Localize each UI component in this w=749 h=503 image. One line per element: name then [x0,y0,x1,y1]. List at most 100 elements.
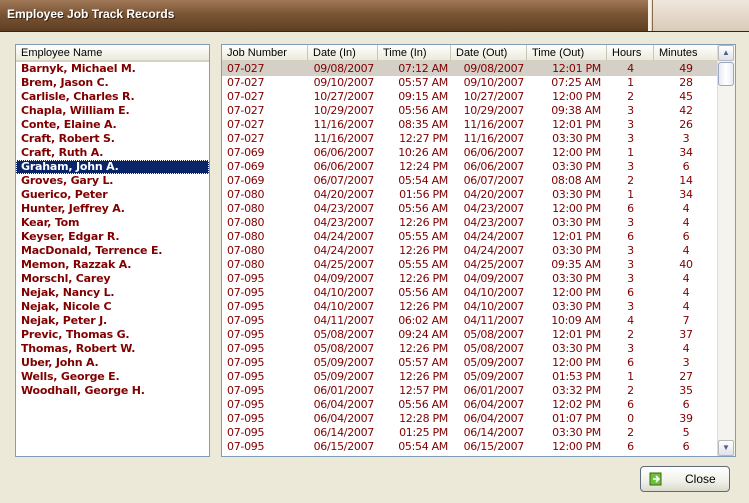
table-cell: 3 [627,272,634,285]
table-cell: 12:01 PM [552,230,601,243]
employee-list-item[interactable]: Guerico, Peter [16,188,209,202]
table-row[interactable]: 07-095 06/04/2007 12:28 PM 06/04/2007 01:07 … [222,412,718,426]
scroll-thumb[interactable] [718,62,734,86]
table-row[interactable]: 07-027 10/27/2007 09:15 AM 10/27/2007 12:00 … [222,90,718,104]
employee-list-item[interactable]: Craft, Ruth A. [16,146,209,160]
table-cell: 4 [682,286,690,299]
table-row[interactable]: 07-095 05/09/2007 12:26 PM 05/09/2007 01:53 … [222,370,718,384]
employee-list[interactable]: Barnyk, Michael M. Brem, Jason C. Carlisle… [16,62,209,398]
table-cell: 4 [682,272,690,285]
table-row[interactable]: 07-080 04/24/2007 05:55 AM 04/24/2007 12:01 … [222,230,718,244]
employee-list-item[interactable]: Barnyk, Michael M. [16,62,209,76]
scroll-up-arrow-icon[interactable]: ▲ [718,45,734,61]
table-cell: 28 [679,76,693,89]
column-header-time-out[interactable]: Time (Out) [527,45,607,62]
table-cell: 07-095 [227,412,265,425]
table-row[interactable]: 07-027 10/29/2007 05:56 AM 10/29/2007 09:38 … [222,104,718,118]
employee-list-item[interactable]: Morschl, Carey [16,272,209,286]
table-cell: 12:26 PM [399,370,448,383]
employee-list-item[interactable]: Thomas, Robert W. [16,342,209,356]
column-header-hours[interactable]: Hours [607,45,654,62]
table-row[interactable]: 07-095 05/09/2007 05:57 AM 05/09/2007 12:00 … [222,356,718,370]
job-records-panel[interactable]: Job Number Date (In) Time (In) Date (Out… [221,44,736,457]
table-cell: 07-095 [227,342,265,355]
table-cell: 03:30 PM [552,342,601,355]
table-row[interactable]: 07-095 04/11/2007 06:02 AM 04/11/2007 10:09 … [222,314,718,328]
employee-list-item[interactable]: MacDonald, Terrence E. [16,244,209,258]
table-row[interactable]: 07-095 06/14/2007 01:25 PM 06/14/2007 03:30 … [222,426,718,440]
table-cell: 2 [627,328,634,341]
employee-list-item[interactable]: Groves, Gary L. [16,174,209,188]
table-cell: 07-095 [227,328,265,341]
table-cell: 04/25/2007 [313,258,375,271]
title-bar[interactable]: Employee Job Track Records [0,0,749,32]
column-header-minutes[interactable]: Minutes [654,45,718,62]
table-cell: 07-095 [227,272,265,285]
table-cell: 12:57 PM [399,384,448,397]
employee-list-item[interactable]: Nejak, Peter J. [16,314,209,328]
scroll-down-arrow-icon[interactable]: ▼ [718,440,734,456]
table-cell: 04/25/2007 [463,258,525,271]
table-row[interactable]: 07-027 09/08/2007 07:12 AM 09/08/2007 12:01 … [222,62,718,76]
close-button[interactable]: Close [640,466,730,492]
employee-list-item[interactable]: Brem, Jason C. [16,76,209,90]
table-cell: 11/16/2007 [313,132,375,145]
table-row[interactable]: 07-095 05/08/2007 09:24 AM 05/08/2007 12:01 … [222,328,718,342]
table-row[interactable]: 07-095 05/08/2007 12:26 PM 05/08/2007 03:30 … [222,342,718,356]
table-row[interactable]: 07-027 09/10/2007 05:57 AM 09/10/2007 07:25 … [222,76,718,90]
table-cell: 6 [627,286,634,299]
employee-list-item[interactable]: Nejak, Nancy L. [16,286,209,300]
employee-list-item[interactable]: Previc, Thomas G. [16,328,209,342]
table-row[interactable]: 07-095 04/10/2007 05:56 AM 04/10/2007 12:00 … [222,286,718,300]
employee-name-header[interactable]: Employee Name [16,45,209,62]
column-header-time-in[interactable]: Time (In) [378,45,451,62]
records-scrollbar[interactable]: ▲ ▼ [717,45,735,456]
table-cell: 09/08/2007 [463,62,525,75]
table-cell: 04/24/2007 [463,230,525,243]
records-table-body[interactable]: 07-027 09/08/2007 07:12 AM 09/08/2007 12:01 … [222,62,718,454]
employee-list-item[interactable]: Woodhall, George H. [16,384,209,398]
table-row[interactable]: 07-027 11/16/2007 08:35 AM 11/16/2007 12:01 … [222,118,718,132]
column-header-date-in[interactable]: Date (In) [308,45,378,62]
employee-list-panel[interactable]: Employee Name Barnyk, Michael M. Brem, Ja… [15,44,210,457]
table-cell: 04/20/2007 [313,188,375,201]
employee-list-item[interactable]: Graham, John A. [16,160,209,174]
table-row[interactable]: 07-095 04/09/2007 12:26 PM 04/09/2007 03:30 … [222,272,718,286]
employee-list-item[interactable]: Memon, Razzak A. [16,258,209,272]
column-header-date-out[interactable]: Date (Out) [451,45,527,62]
table-cell: 04/10/2007 [463,300,525,313]
table-cell: 35 [679,384,693,397]
table-row[interactable]: 07-080 04/25/2007 05:55 AM 04/25/2007 09:35 … [222,258,718,272]
table-row[interactable]: 07-080 04/20/2007 01:56 PM 04/20/2007 03:30 … [222,188,718,202]
employee-list-item[interactable]: Hunter, Jeffrey A. [16,202,209,216]
table-cell: 01:25 PM [399,426,448,439]
table-cell: 05:56 AM [398,286,448,299]
employee-list-item[interactable]: Keyser, Edgar R. [16,230,209,244]
table-row[interactable]: 07-080 04/23/2007 12:26 PM 04/23/2007 03:30 … [222,216,718,230]
table-row[interactable]: 07-095 06/04/2007 05:56 AM 06/04/2007 12:02 … [222,398,718,412]
table-cell: 06/04/2007 [313,412,375,425]
table-row[interactable]: 07-080 04/24/2007 12:26 PM 04/24/2007 03:30 … [222,244,718,258]
employee-list-item[interactable]: Nejak, Nicole C [16,300,209,314]
table-row[interactable]: 07-095 04/10/2007 12:26 PM 04/10/2007 03:30 … [222,300,718,314]
table-cell: 12:02 PM [552,398,601,411]
table-row[interactable]: 07-095 06/01/2007 12:57 PM 06/01/2007 03:32 … [222,384,718,398]
employee-list-item[interactable]: Wells, George E. [16,370,209,384]
table-row[interactable]: 07-095 06/15/2007 05:54 AM 06/15/2007 12:00 … [222,440,718,454]
table-row[interactable]: 07-069 06/06/2007 12:24 PM 06/06/2007 03:30 … [222,160,718,174]
table-cell: 11/16/2007 [313,118,375,131]
employee-list-item[interactable]: Chapla, William E. [16,104,209,118]
table-cell: 3 [627,132,634,145]
table-row[interactable]: 07-080 04/23/2007 05:56 AM 04/23/2007 12:00 … [222,202,718,216]
table-row[interactable]: 07-069 06/06/2007 10:26 AM 06/06/2007 12:00 … [222,146,718,160]
employee-list-item[interactable]: Craft, Robert S. [16,132,209,146]
employee-list-item[interactable]: Kear, Tom [16,216,209,230]
employee-list-item[interactable]: Carlisle, Charles R. [16,90,209,104]
table-row[interactable]: 07-027 11/16/2007 12:27 PM 11/16/2007 03:30 … [222,132,718,146]
employee-list-item[interactable]: Conte, Elaine A. [16,118,209,132]
table-row[interactable]: 07-069 06/07/2007 05:54 AM 06/07/2007 08:08 … [222,174,718,188]
table-cell: 12:24 PM [399,160,448,173]
table-cell: 14 [679,174,693,187]
column-header-job-number[interactable]: Job Number [222,45,308,62]
employee-list-item[interactable]: Uber, John A. [16,356,209,370]
